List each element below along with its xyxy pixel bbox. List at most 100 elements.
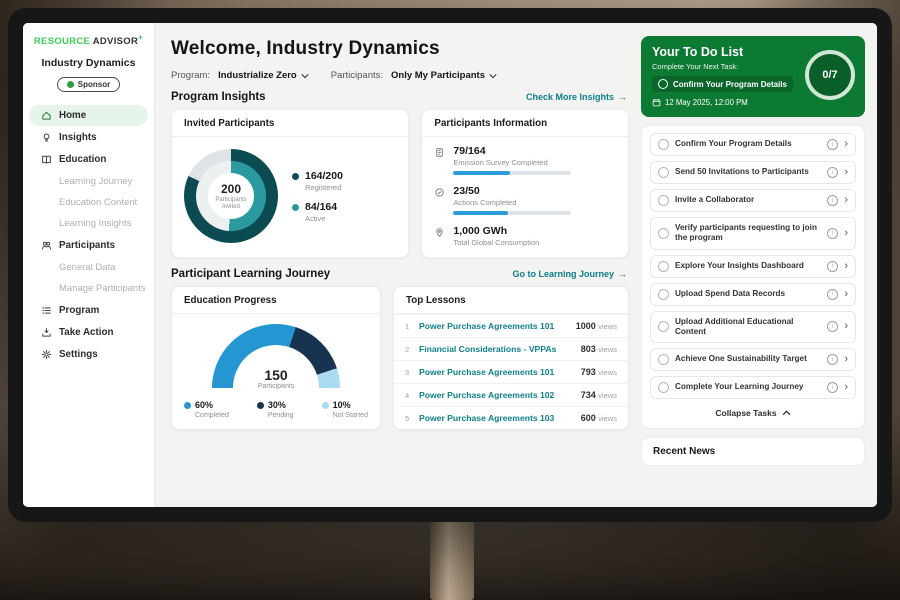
invited-donut-chart: 200 Participants Invited (184, 149, 278, 243)
sidebar-item-settings[interactable]: Settings (29, 344, 148, 365)
participants-select[interactable]: Only My Participants (391, 70, 497, 81)
sidebar-item-label: Program (59, 305, 99, 316)
chevron-right-icon[interactable]: › (844, 321, 848, 332)
info-icon[interactable]: i (827, 321, 838, 332)
org-name: Industry Dynamics (23, 57, 154, 69)
sidebar-item-label: Settings (59, 349, 98, 360)
info-icon[interactable]: i (827, 195, 838, 206)
participants-information-card: Participants Information 79/164 Emission… (421, 109, 629, 258)
tasks-list: Confirm Your Program Details i › Send 50… (641, 125, 865, 429)
chevron-right-icon[interactable]: › (844, 167, 848, 178)
sponsor-label: Sponsor (78, 80, 110, 89)
sidebar-item-insights[interactable]: Insights (29, 127, 148, 148)
sidebar-item-education-content[interactable]: Education Content (23, 192, 154, 213)
stat-row: 79/164 Emission Survey Completed (422, 137, 628, 177)
donut-center-label: Participants Invited (211, 197, 251, 211)
sidebar-item-label: General Data (59, 262, 116, 273)
check-more-insights-link[interactable]: Check More Insights → (526, 92, 627, 102)
task-row[interactable]: Send 50 Invitations to Participants i › (650, 161, 856, 184)
task-checkbox[interactable] (658, 228, 669, 239)
info-icon[interactable]: i (827, 167, 838, 178)
monitor-bezel: RESOURCE ADVISOR+ Industry Dynamics Spon… (8, 8, 892, 522)
gear-icon (41, 349, 52, 360)
task-row[interactable]: Upload Spend Data Records i › (650, 283, 856, 306)
section-title-program-insights: Program Insights (171, 91, 266, 103)
sidebar-item-manage-participants[interactable]: Manage Participants (23, 278, 154, 299)
lesson-row: 3 Power Purchase Agreements 101 793 view… (394, 360, 628, 383)
task-row[interactable]: Confirm Your Program Details i › (650, 133, 856, 156)
chevron-down-icon (489, 73, 497, 79)
task-row[interactable]: Verify participants requesting to join t… (650, 217, 856, 250)
info-icon[interactable]: i (827, 228, 838, 239)
sidebar-item-learning-journey[interactable]: Learning Journey (23, 171, 154, 192)
chevron-right-icon[interactable]: › (844, 261, 848, 272)
info-icon[interactable]: i (827, 261, 838, 272)
chevron-right-icon[interactable]: › (844, 195, 848, 206)
chevron-right-icon[interactable]: › (844, 382, 848, 393)
home-icon (41, 110, 52, 121)
task-row[interactable]: Achieve One Sustainability Target i › (650, 348, 856, 371)
chevron-right-icon[interactable]: › (844, 354, 848, 365)
chevron-right-icon[interactable]: › (844, 139, 848, 150)
progress-bar (453, 211, 571, 215)
task-checkbox[interactable] (658, 321, 669, 332)
sidebar-nav: Home Insights Education Learning Journey… (23, 105, 154, 365)
sidebar-item-home[interactable]: Home (29, 105, 148, 126)
gauge-center-value: 150 (212, 367, 340, 383)
participants-filter-label: Participants: (331, 70, 383, 81)
sidebar-item-learning-insights[interactable]: Learning Insights (23, 213, 154, 234)
chevron-right-icon[interactable]: › (844, 228, 848, 239)
chevron-right-icon[interactable]: › (844, 289, 848, 300)
task-checkbox[interactable] (658, 167, 669, 178)
task-checkbox[interactable] (658, 289, 669, 300)
right-column: Your To Do List Complete Your Next Task:… (641, 36, 865, 507)
info-icon[interactable]: i (827, 354, 838, 365)
lesson-row: 5 Power Purchase Agreements 103 600 view… (394, 406, 628, 429)
lesson-link[interactable]: Power Purchase Agreements 102 (419, 390, 574, 400)
task-checkbox[interactable] (658, 79, 668, 89)
sidebar-item-label: Take Action (59, 327, 113, 338)
card-title: Invited Participants (172, 110, 408, 137)
sidebar-item-label: Insights (59, 132, 97, 143)
legend-dot (322, 402, 329, 409)
sidebar-item-label: Education (59, 154, 106, 165)
sidebar-item-label: Learning Insights (59, 218, 131, 229)
sidebar-item-participants[interactable]: Participants (29, 235, 148, 256)
filter-bar: Program: Industrialize Zero Participants… (171, 70, 629, 81)
task-checkbox[interactable] (658, 354, 669, 365)
recent-news-header[interactable]: Recent News (641, 437, 865, 466)
task-row[interactable]: Invite a Collaborator i › (650, 189, 856, 212)
task-row[interactable]: Upload Additional Educational Content i … (650, 311, 856, 344)
sidebar-item-take-action[interactable]: Take Action (29, 322, 148, 343)
sidebar-item-program[interactable]: Program (29, 300, 148, 321)
go-to-learning-journey-link[interactable]: Go to Learning Journey → (512, 269, 627, 279)
arrow-right-icon: → (618, 269, 627, 279)
sidebar: RESOURCE ADVISOR+ Industry Dynamics Spon… (23, 23, 155, 507)
todo-next-task[interactable]: Confirm Your Program Details (652, 76, 793, 92)
task-checkbox[interactable] (658, 139, 669, 150)
stat-row: 1,000 GWh Total Global Consumption (422, 217, 628, 249)
lesson-row: 4 Power Purchase Agreements 102 734 view… (394, 383, 628, 406)
lesson-link[interactable]: Power Purchase Agreements 101 (419, 321, 569, 331)
info-icon[interactable]: i (827, 289, 838, 300)
task-checkbox[interactable] (658, 195, 669, 206)
sponsor-badge[interactable]: Sponsor (57, 77, 120, 92)
info-icon[interactable]: i (827, 139, 838, 150)
top-lessons-card: Top Lessons 1 Power Purchase Agreements … (393, 286, 629, 430)
lesson-link[interactable]: Power Purchase Agreements 103 (419, 413, 574, 423)
task-row[interactable]: Complete Your Learning Journey i › (650, 376, 856, 399)
lesson-link[interactable]: Financial Considerations - VPPAs (419, 344, 574, 354)
sidebar-item-general-data[interactable]: General Data (23, 257, 154, 278)
legend-item-registered: 164/200 Registered (292, 170, 343, 192)
calendar-icon (652, 98, 661, 107)
sidebar-item-education[interactable]: Education (29, 149, 148, 170)
task-checkbox[interactable] (658, 382, 669, 393)
task-row[interactable]: Explore Your Insights Dashboard i › (650, 255, 856, 278)
program-select[interactable]: Industrialize Zero (218, 70, 309, 81)
legend-dot (257, 402, 264, 409)
info-icon[interactable]: i (827, 382, 838, 393)
collapse-tasks-button[interactable]: Collapse Tasks (650, 404, 856, 424)
task-checkbox[interactable] (658, 261, 669, 272)
lesson-link[interactable]: Power Purchase Agreements 101 (419, 367, 574, 377)
chevron-down-icon (301, 73, 309, 79)
